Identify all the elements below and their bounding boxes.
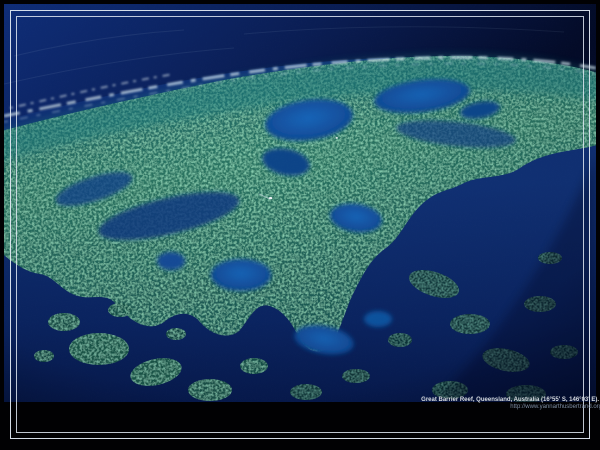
- caption-location: Great Barrier Reef, Queensland, Australi…: [421, 397, 599, 404]
- caption: Great Barrier Reef, Queensland, Australi…: [421, 397, 599, 411]
- caption-url: http://www.yannarthusbertrand.org: [421, 404, 600, 411]
- reef-photo: [4, 4, 596, 402]
